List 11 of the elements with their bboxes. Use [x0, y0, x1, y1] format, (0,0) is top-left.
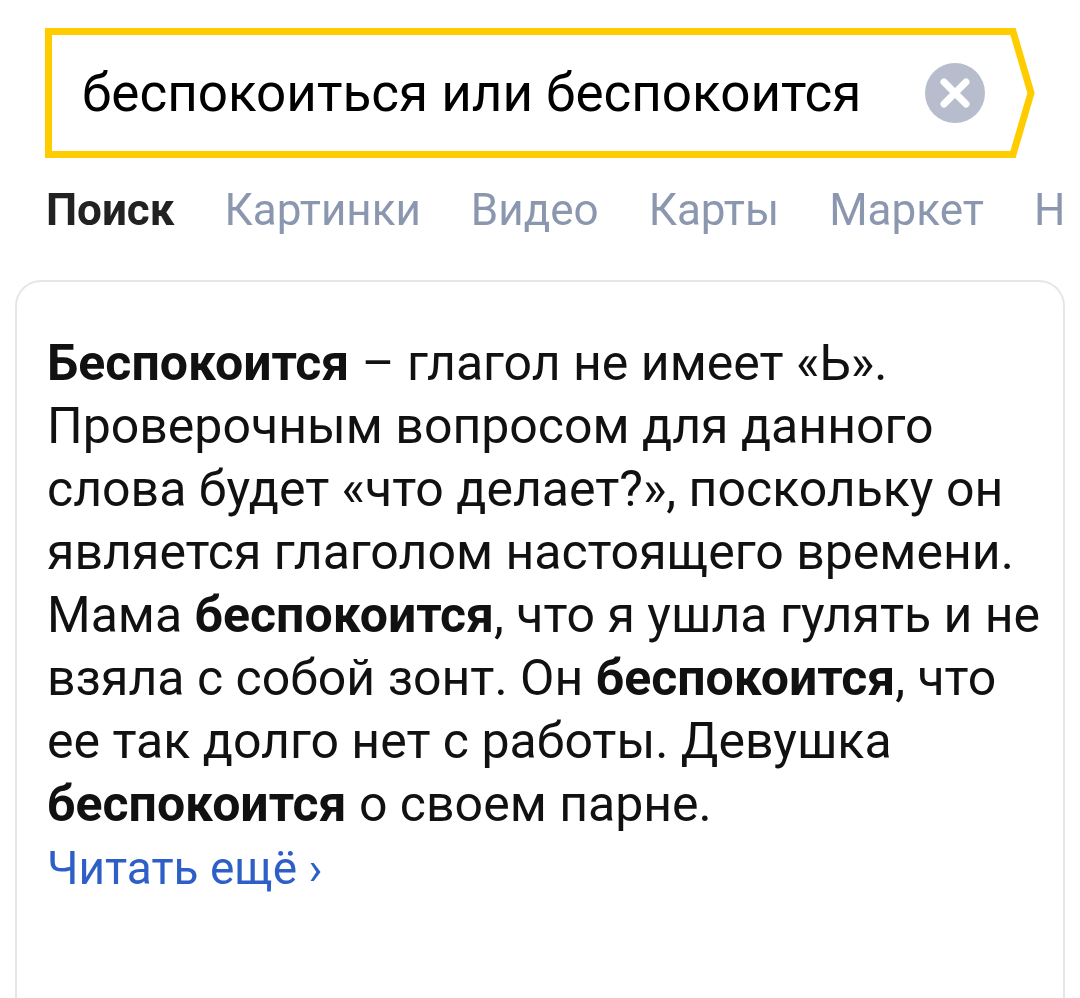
- search-tab[interactable]: Картинки: [224, 184, 421, 236]
- answer-text: Беспокоится – глагол не имеет «Ь». Проверочным вопросом для данного слова будет «что делает?», поскольку он является глаголом настоящего времени. Мама беспокоится, что я ушла гулять и не взяла с собой зонт. Он беспокоится, что ее так долго нет с работы. Девушка беспокоится о своем парне.: [47, 333, 1042, 835]
- search-tab[interactable]: Видео: [470, 184, 599, 236]
- search-field[interactable]: беспокоиться или беспокоится: [45, 28, 995, 158]
- search-tab[interactable]: Н: [1033, 184, 1066, 236]
- search-tab[interactable]: Маркет: [829, 184, 984, 236]
- search-tab[interactable]: Карты: [648, 184, 780, 236]
- read-more-link[interactable]: Читать ещё ›: [47, 838, 323, 898]
- clear-icon[interactable]: [925, 63, 985, 123]
- search-tab[interactable]: Поиск: [46, 184, 175, 236]
- search-button[interactable]: [995, 28, 1035, 158]
